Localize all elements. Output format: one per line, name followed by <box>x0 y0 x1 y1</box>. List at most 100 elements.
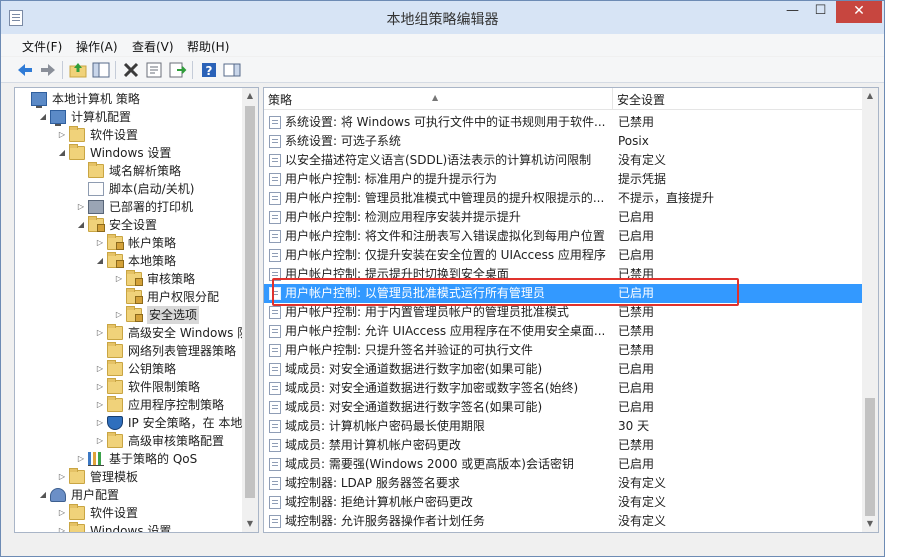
menu-help[interactable]: 帮助(H) <box>187 38 229 55</box>
column-header-setting[interactable]: 安全设置 <box>613 88 863 110</box>
collapse-arrow-icon[interactable]: ▷ <box>114 270 124 288</box>
export-list-icon[interactable] <box>167 60 187 80</box>
collapse-arrow-icon[interactable]: ▷ <box>95 234 105 252</box>
tree-item[interactable]: ◢ 本地策略 <box>15 252 241 270</box>
tree-item[interactable]: ▷ 软件设置 <box>15 126 241 144</box>
collapse-arrow-icon[interactable]: ▷ <box>95 360 105 378</box>
delete-icon[interactable] <box>121 60 141 80</box>
collapse-arrow-icon[interactable]: ▷ <box>95 324 105 342</box>
policy-row[interactable]: 用户帐户控制: 用于内置管理员帐户的管理员批准模式 已禁用 <box>264 303 864 322</box>
tree-item[interactable]: ▷ 软件设置 <box>15 504 241 522</box>
tree-item[interactable]: 域名解析策略 <box>15 162 241 180</box>
policy-row[interactable]: 用户帐户控制: 只提升签名并验证的可执行文件 已禁用 <box>264 341 864 360</box>
policy-setting-icon <box>269 287 281 300</box>
action-pane-icon[interactable] <box>222 60 242 80</box>
properties-icon[interactable] <box>144 60 164 80</box>
policy-row[interactable]: 以安全描述符定义语言(SDDL)语法表示的计算机访问限制 没有定义 <box>264 151 864 170</box>
collapse-arrow-icon[interactable]: ▷ <box>95 432 105 450</box>
console-tree[interactable]: 本地计算机 策略 ◢ 计算机配置 ▷ 软件设置 ◢ Windows 设置 域名解析策略 脚本(启… <box>14 87 259 533</box>
policy-row[interactable]: 域成员: 对安全通道数据进行数字加密(如果可能) 已启用 <box>264 360 864 379</box>
list-vertical-scrollbar[interactable]: ▲ ▼ <box>862 88 878 532</box>
collapse-arrow-icon[interactable]: ▷ <box>95 378 105 396</box>
expand-arrow-icon[interactable]: ◢ <box>76 216 86 234</box>
policy-row[interactable]: 系统设置: 将 Windows 可执行文件中的证书规则用于软件... 已禁用 <box>264 113 864 132</box>
tree-item[interactable]: 网络列表管理器策略 <box>15 342 241 360</box>
scroll-down-arrow-icon[interactable]: ▼ <box>862 516 878 532</box>
policy-row[interactable]: 域控制器: 拒绝计算机帐户密码更改 没有定义 <box>264 493 864 512</box>
tree-item[interactable]: ◢ 计算机配置 <box>15 108 241 126</box>
tree-item[interactable]: ▷ 公钥策略 <box>15 360 241 378</box>
toolbar: ? <box>1 57 884 83</box>
back-arrow-icon[interactable] <box>15 60 35 80</box>
policy-row[interactable]: 域成员: 禁用计算机帐户密码更改 已禁用 <box>264 436 864 455</box>
policy-row[interactable]: 用户帐户控制: 检测应用程序安装并提示提升 已启用 <box>264 208 864 227</box>
tree-item[interactable]: ▷ 安全选项 <box>15 306 241 324</box>
collapse-arrow-icon[interactable]: ▷ <box>57 468 67 486</box>
policy-row[interactable]: 帐户: 管理员帐户状态 已禁用 <box>264 531 864 532</box>
forward-arrow-icon[interactable] <box>38 60 58 80</box>
expand-arrow-icon[interactable]: ◢ <box>57 144 67 162</box>
tree-item[interactable]: ▷ 应用程序控制策略 <box>15 396 241 414</box>
tree-item[interactable]: ▷ 帐户策略 <box>15 234 241 252</box>
minimize-button[interactable]: — <box>779 1 806 23</box>
tree-item[interactable]: ◢ 安全设置 <box>15 216 241 234</box>
close-button[interactable]: ✕ <box>836 1 882 23</box>
tree-vertical-scrollbar[interactable]: ▲ ▼ <box>242 88 258 532</box>
scroll-up-arrow-icon[interactable]: ▲ <box>242 88 258 104</box>
policy-list[interactable]: 策略 ▲ 安全设置 系统设置: 将 Windows 可执行文件中的证书规则用于软… <box>263 87 879 533</box>
policy-row[interactable]: 用户帐户控制: 将文件和注册表写入错误虚拟化到每用户位置 已启用 <box>264 227 864 246</box>
collapse-arrow-icon[interactable]: ▷ <box>76 198 86 216</box>
tree-item[interactable]: ▷ 软件限制策略 <box>15 378 241 396</box>
tree-item[interactable]: ▷ 审核策略 <box>15 270 241 288</box>
tree-item[interactable]: 脚本(启动/关机) <box>15 180 241 198</box>
tree-item[interactable]: ▷ 基于策略的 QoS <box>15 450 241 468</box>
column-header-policy[interactable]: 策略 ▲ <box>264 88 613 110</box>
policy-row[interactable]: 用户帐户控制: 提示提升时切换到安全桌面 已禁用 <box>264 265 864 284</box>
tree-item[interactable]: 本地计算机 策略 <box>15 90 241 108</box>
policy-row[interactable]: 用户帐户控制: 管理员批准模式中管理员的提升权限提示的... 不提示，直接提升 <box>264 189 864 208</box>
policy-value: 已启用 <box>618 400 655 414</box>
policy-row[interactable]: 域成员: 对安全通道数据进行数字签名(如果可能) 已启用 <box>264 398 864 417</box>
tree-item[interactable]: ▷ IP 安全策略，在 本地计算机 <box>15 414 258 432</box>
policy-row[interactable]: 用户帐户控制: 允许 UIAccess 应用程序在不使用安全桌面... 已禁用 <box>264 322 864 341</box>
scrollbar-thumb[interactable] <box>245 106 255 498</box>
tree-item[interactable]: ▷ 已部署的打印机 <box>15 198 241 216</box>
menu-view[interactable]: 查看(V) <box>132 38 174 55</box>
policy-row-selected[interactable]: 用户帐户控制: 以管理员批准模式运行所有管理员 已启用 <box>264 284 864 303</box>
expand-arrow-icon[interactable]: ◢ <box>38 486 48 504</box>
scroll-down-arrow-icon[interactable]: ▼ <box>242 516 258 532</box>
collapse-arrow-icon[interactable]: ▷ <box>95 396 105 414</box>
maximize-button[interactable]: ☐ <box>807 1 834 23</box>
policy-row[interactable]: 域成员: 对安全通道数据进行数字加密或数字签名(始终) 已启用 <box>264 379 864 398</box>
policy-row[interactable]: 域控制器: 允许服务器操作者计划任务 没有定义 <box>264 512 864 531</box>
policy-name: 以安全描述符定义语言(SDDL)语法表示的计算机访问限制 <box>285 153 592 167</box>
collapse-arrow-icon[interactable]: ▷ <box>57 126 67 144</box>
policy-row[interactable]: 域成员: 计算机帐户密码最长使用期限 30 天 <box>264 417 864 436</box>
collapse-arrow-icon[interactable]: ▷ <box>95 414 105 432</box>
tree-item[interactable]: ▷ 管理模板 <box>15 468 241 486</box>
tree-item[interactable]: ▷ 高级审核策略配置 <box>15 432 241 450</box>
expand-arrow-icon[interactable]: ◢ <box>38 108 48 126</box>
tree-item[interactable]: ◢ Windows 设置 <box>15 144 241 162</box>
policy-row[interactable]: 域成员: 需要强(Windows 2000 或更高版本)会话密钥 已启用 <box>264 455 864 474</box>
expand-arrow-icon[interactable]: ◢ <box>95 252 105 270</box>
menu-file[interactable]: 文件(F) <box>22 38 62 55</box>
scrollbar-thumb[interactable] <box>865 398 875 516</box>
policy-row[interactable]: 域控制器: LDAP 服务器签名要求 没有定义 <box>264 474 864 493</box>
tree-item[interactable]: ▷ 高级安全 Windows 防火墙 <box>15 324 258 342</box>
tree-item[interactable]: 用户权限分配 <box>15 288 241 306</box>
collapse-arrow-icon[interactable]: ▷ <box>76 450 86 468</box>
policy-row[interactable]: 系统设置: 可选子系统 Posix <box>264 132 864 151</box>
show-hide-tree-icon[interactable] <box>91 60 111 80</box>
collapse-arrow-icon[interactable]: ▷ <box>114 306 124 324</box>
help-icon[interactable]: ? <box>199 60 219 80</box>
collapse-arrow-icon[interactable]: ▷ <box>57 504 67 522</box>
up-folder-icon[interactable] <box>68 60 88 80</box>
menu-action[interactable]: 操作(A) <box>76 38 118 55</box>
tree-item[interactable]: ◢ 用户配置 <box>15 486 241 504</box>
scroll-up-arrow-icon[interactable]: ▲ <box>862 88 878 104</box>
policy-row[interactable]: 用户帐户控制: 仅提升安装在安全位置的 UIAccess 应用程序 已启用 <box>264 246 864 265</box>
collapse-arrow-icon[interactable]: ▷ <box>57 522 67 532</box>
policy-row[interactable]: 用户帐户控制: 标准用户的提升提示行为 提示凭据 <box>264 170 864 189</box>
tree-item[interactable]: ▷ Windows 设置 <box>15 522 241 532</box>
